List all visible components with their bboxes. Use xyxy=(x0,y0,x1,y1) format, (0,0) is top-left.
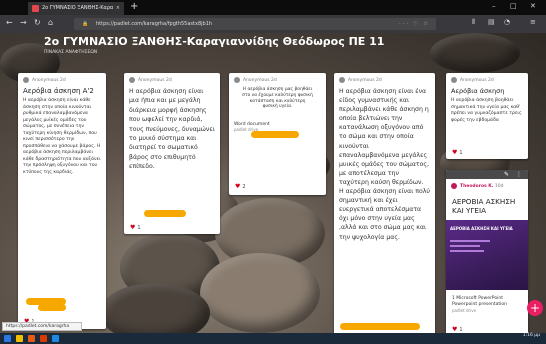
avatar xyxy=(129,77,135,83)
app-icon[interactable] xyxy=(52,335,59,342)
post-card[interactable]: Anonymous 2d Αερόβια άσκηση Η αερόβια άσ… xyxy=(446,73,528,159)
post-body: Η αερόβια άσκηση είναι ένα είδος γυμναστ… xyxy=(339,88,431,241)
thumbnail-line xyxy=(450,240,490,242)
home-icon[interactable]: ⌂ xyxy=(48,18,53,27)
like-count: 1 xyxy=(137,225,141,231)
avatar xyxy=(451,77,457,83)
highlight-mark xyxy=(38,304,66,311)
back-icon[interactable]: ← xyxy=(6,18,13,27)
post-body: Η αερόβια άσκηση είναι μια ήπια και με μ… xyxy=(129,88,215,171)
status-url: https://padlet.com/karagrha xyxy=(2,322,82,331)
post-title: ΑΕΡΟΒΙΑ ΑΣΚΗΣΗ ΚΑΙ ΥΓΕΙΑ xyxy=(452,197,516,215)
thumbnail-text: ΑΕΡΟΒΙΑ ΑΣΚΗΣΗ ΚΑΙ ΥΓΕΙΑ xyxy=(450,226,513,231)
like-button[interactable]: ♥1 xyxy=(452,149,463,156)
post-toolbar: ✎ ⋮ xyxy=(446,170,528,179)
tab-title: 2ο ΓΥΜΝΑΣΙΟ ΞΑΝΘΗΣ-Καρα xyxy=(42,5,114,11)
post-author: Anonymous 2d xyxy=(451,77,523,84)
address-bar-actions[interactable]: ··· ♡ ☆ xyxy=(399,18,430,30)
post-title: Αερόβια άσκηση xyxy=(451,87,505,95)
post-author: Anonymous 2d xyxy=(129,77,215,84)
thumbnail-line xyxy=(450,245,480,247)
post-card[interactable]: Anonymous 2d Αερόβια άσκηση Α'2 Η αερόβι… xyxy=(18,73,106,329)
address-bar[interactable]: 🔒 https://padlet.com/karagrha/fpgth55ast… xyxy=(74,18,436,30)
sidebar-icon[interactable]: ▤ xyxy=(488,18,495,26)
post-card[interactable]: Anonymous 2d Η αερόβια άσκηση μας βοηθάε… xyxy=(229,73,326,195)
post-author: Anonymous 2d xyxy=(234,77,321,84)
tab-bar: 2ο ΓΥΜΝΑΣΙΟ ΞΑΝΘΗΣ-Καρα × + – □ ✕ xyxy=(0,0,546,15)
like-button[interactable]: ♥ 2 xyxy=(235,183,246,190)
minimize-icon[interactable]: – xyxy=(492,2,496,10)
background-stone xyxy=(200,253,320,333)
browser-tab[interactable]: 2ο ΓΥΜΝΑΣΙΟ ΞΑΝΘΗΣ-Καρα × xyxy=(28,2,124,15)
firefox-icon[interactable] xyxy=(28,335,35,342)
avatar xyxy=(451,183,457,189)
taskbar: 1:16 μμ xyxy=(0,333,546,344)
menu-icon[interactable]: ≡ xyxy=(530,18,536,26)
padlet-title: 2ο ΓΥΜΝΑΣΙΟ ΞΑΝΘΗΣ-Καραγιαννίδης Θεόδωρο… xyxy=(44,35,385,48)
like-button[interactable]: ♥1 xyxy=(452,326,463,333)
folder-icon[interactable] xyxy=(16,335,23,342)
thumbnail-line xyxy=(450,250,484,252)
clock: 1:16 μμ xyxy=(522,333,540,338)
like-count: 2 xyxy=(242,184,246,190)
post-card[interactable]: ✎ ⋮ Theodoros K. 10d ΑΕΡΟΒΙΑ ΑΣΚΗΣΗ ΚΑΙ … xyxy=(446,170,528,333)
padlet-board: 2ο ΓΥΜΝΑΣΙΟ ΞΑΝΘΗΣ-Καραγιαννίδης Θεόδωρο… xyxy=(0,33,546,333)
post-body: Η αερόβια άσκηση είναι κάθε άσκηση στην … xyxy=(23,98,101,175)
highlight-mark xyxy=(144,210,186,217)
edit-icon[interactable]: ✎ xyxy=(504,171,509,178)
highlight-mark xyxy=(340,323,420,330)
powerpoint-icon[interactable] xyxy=(40,335,47,342)
like-count: 1 xyxy=(459,150,463,156)
new-tab-button[interactable]: + xyxy=(130,1,138,12)
attachment-source: padlet drive xyxy=(452,308,477,313)
post-title: Αερόβια άσκηση Α'2 xyxy=(23,87,94,95)
avatar xyxy=(339,77,345,83)
post-body: Η αερόβια άσκηση μας βοηθάει στο να έχου… xyxy=(242,87,313,110)
more-icon[interactable]: ⋮ xyxy=(516,171,522,178)
reload-icon[interactable]: ↻ xyxy=(34,18,41,27)
attachment-title[interactable]: 1 Microsoft PowerPoint Powerpoint presen… xyxy=(452,296,528,308)
add-post-button[interactable]: + xyxy=(527,300,543,316)
start-icon[interactable] xyxy=(4,335,11,342)
post-card[interactable]: Anonymous 2d Η αερόβια άσκηση είναι ένα … xyxy=(334,73,435,333)
pocket-icon[interactable]: ◔ xyxy=(504,18,510,26)
post-card[interactable]: Anonymous 2d Η αερόβια άσκηση είναι μια … xyxy=(124,73,220,234)
library-icon[interactable]: ⫴ xyxy=(472,18,475,27)
highlight-mark xyxy=(251,131,299,138)
post-author: Anonymous 2d xyxy=(339,77,430,84)
like-button[interactable]: ♥1 xyxy=(130,224,141,231)
close-window-icon[interactable]: ✕ xyxy=(530,2,536,10)
avatar xyxy=(234,77,240,83)
post-author: Theodoros K. 10d xyxy=(451,183,527,190)
lock-icon: 🔒 xyxy=(82,21,89,27)
post-body: Η αερόβια άσκηση βοηθάει σημαντικά την υ… xyxy=(451,98,522,123)
background-stone xyxy=(430,33,520,73)
avatar xyxy=(23,77,29,83)
maximize-icon[interactable]: □ xyxy=(510,2,517,10)
presentation-thumbnail[interactable]: ΑΕΡΟΒΙΑ ΑΣΚΗΣΗ ΚΑΙ ΥΓΕΙΑ xyxy=(446,220,528,290)
post-author: Anonymous 2d xyxy=(23,77,101,84)
tab-close-icon[interactable]: × xyxy=(116,2,120,15)
url-text: https://padlet.com/karagrha/fpgth55astx8… xyxy=(96,21,213,27)
forward-icon[interactable]: → xyxy=(20,18,27,27)
padlet-favicon-icon xyxy=(32,5,39,12)
navigation-bar: ← → ↻ ⌂ 🔒 https://padlet.com/karagrha/fp… xyxy=(0,15,546,33)
padlet-subtitle: ΠΙΝΑΚΑΣ ΑΝΑΦΤΗΣΕΩΝ xyxy=(44,50,98,55)
